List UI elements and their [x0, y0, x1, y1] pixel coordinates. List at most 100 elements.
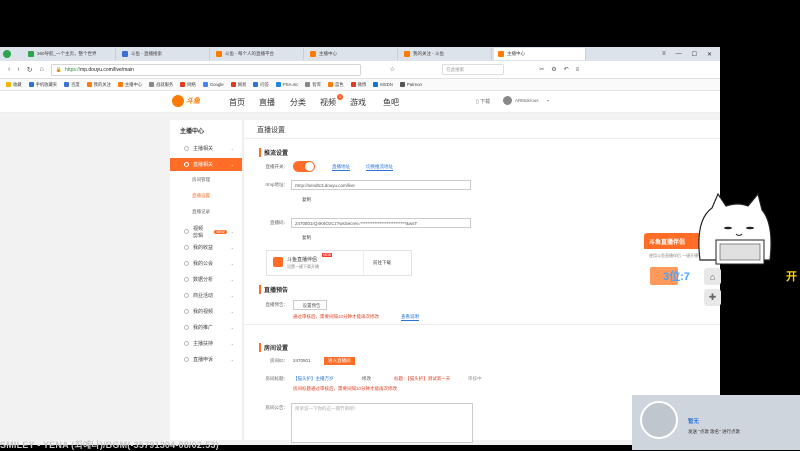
bookmark-item[interactable]: Patreon [399, 82, 422, 87]
menu-icon[interactable]: ≡ [662, 51, 666, 58]
bookmark-item[interactable]: PSA.mc [275, 82, 299, 87]
bookmark-item[interactable]: 问答 [253, 82, 269, 88]
copy-rtmp-button[interactable]: 复制 [302, 197, 311, 203]
nav-game[interactable]: 游戏 [350, 97, 366, 108]
rtmp-label: rtmp地址： [265, 182, 289, 187]
sidebar-item[interactable]: 我的视频 ⌄ [170, 305, 242, 318]
bookmark-item[interactable]: MSDN [373, 82, 393, 87]
refresh-icon[interactable]: ↻ [27, 66, 33, 74]
minimize-icon[interactable]: — [676, 51, 682, 58]
gamepad-side-icon[interactable]: ✚ [704, 289, 721, 306]
rtmp-field[interactable]: rtmp://sendtc3.douyu.com/live [291, 180, 471, 190]
sidebar-item-label: 我的视频 [193, 309, 214, 315]
bookmark-item[interactable]: 百度 [64, 82, 80, 88]
cat-sticker [698, 192, 772, 265]
bookmark-item[interactable]: 网易 [230, 82, 246, 88]
sidebar-subitem[interactable]: 房间管理 [192, 177, 210, 183]
bookmark-item[interactable]: 主播中心 [117, 82, 142, 88]
stream-code-field[interactable]: 2470501rQ4K6OzCz?wsSecret=**************… [291, 218, 471, 228]
douyu-logo[interactable]: 斗鱼 [172, 94, 208, 108]
maximize-icon[interactable]: ☐ [692, 51, 697, 58]
bookmark-item[interactable]: 手机收藏夹 [28, 82, 57, 88]
tab-favicon-icon [404, 51, 410, 57]
back-icon[interactable]: ‹ [8, 66, 10, 73]
download-link[interactable]: ▯ 下载 [476, 98, 490, 105]
home-side-icon[interactable]: ⌂ [704, 268, 721, 285]
bookmark-label: PSA.mc [282, 82, 299, 87]
notice-help-link[interactable]: 查看说明 [401, 314, 419, 321]
sidebar-item-icon [184, 162, 189, 167]
bookmark-item[interactable]: 我的关注 [86, 82, 111, 88]
sidebar-subitem[interactable]: 直播记录 [192, 209, 210, 215]
section-notice: 直播预告 [259, 285, 288, 294]
bookmark-favicon-icon [230, 82, 236, 87]
nav-live[interactable]: 直播 [259, 97, 275, 108]
user-menu-chevron-icon[interactable]: ▾ [547, 98, 549, 103]
browser-tab[interactable]: 斗鱼 - 直播搜索 [118, 48, 210, 60]
bookmark-item[interactable]: 网络 [180, 82, 196, 88]
douyu-logo-icon [172, 95, 184, 107]
nav-home[interactable]: 首页 [229, 97, 245, 108]
set-notice-button[interactable]: 设置预告 [293, 300, 327, 310]
avatar[interactable] [503, 96, 512, 105]
home-icon[interactable]: ⌂ [40, 66, 44, 73]
enter-room-button-2[interactable]: 进入直播间 [324, 357, 355, 365]
sidebar-subitem[interactable]: 直播设置 [192, 193, 210, 199]
settings-icon[interactable]: ⚙ [551, 66, 556, 73]
live-toggle[interactable] [293, 161, 315, 172]
go-download-button[interactable]: 前往下载 [373, 260, 391, 266]
nav-category[interactable]: 分类 [290, 97, 306, 108]
bookmark-label: 微博 [357, 81, 367, 87]
menu-icon[interactable]: ≡ [576, 67, 580, 73]
sidebar-item-icon [184, 341, 189, 346]
bookmark-item[interactable]: 智库 [305, 82, 321, 88]
nav-fishbar[interactable]: 鱼吧 [383, 97, 399, 108]
score-overlay: 3位:7 [663, 271, 690, 283]
bookmark-item[interactable]: 收藏 [6, 82, 22, 88]
notice-label: 直播预告： [265, 302, 289, 307]
sidebar-item[interactable]: 商业活动 ⌄ [170, 289, 242, 302]
music-widget: 暂无 发送 "点歌 歌名" 进行点歌 [632, 395, 800, 450]
browser-tab[interactable]: 我的关注 - 斗鱼 [400, 48, 492, 60]
url-field[interactable]: 🔒 https://mp.douyu.com/live/main [50, 63, 361, 76]
sidebar-item-label: 视频剪辑 [193, 225, 204, 239]
bookmark-item[interactable]: 战就服务 [149, 82, 173, 88]
switch-stream-link[interactable]: 切换推流地址 [366, 164, 393, 171]
bookmark-item[interactable]: 微博 [350, 81, 367, 88]
bookmark-label: 网络 [187, 81, 196, 87]
user-name[interactable]: ARMukrous [515, 98, 539, 103]
tab-label: 360导航_一个主页，整个世界 [37, 51, 97, 56]
url-host: mp.douyu.com/live/main [80, 66, 134, 73]
browser-tab[interactable]: 主播中心 [494, 48, 586, 60]
sidebar-item[interactable]: 视频剪辑 NEW ⌄ [170, 225, 242, 239]
undo-icon[interactable]: ↶ [564, 66, 569, 73]
sidebar-item[interactable]: 我的收益 ⌄ [170, 241, 242, 254]
close-icon[interactable]: ✕ [707, 51, 712, 58]
bookmark-favicon-icon [28, 82, 34, 87]
sidebar-item[interactable]: 主播相关 ⌄ [170, 142, 242, 155]
extension-icon[interactable]: ✂ [539, 66, 544, 73]
sidebar-item-icon [184, 146, 189, 151]
song-ticker: SMILEY - YENA (최예나)/BGM(-35791304-08/02:… [0, 440, 219, 450]
sidebar-item[interactable]: 我的推广 ⌄ [170, 321, 242, 334]
announce-textarea[interactable]: 简单说一下你的这一期节目吧！ [291, 403, 473, 443]
sidebar-item[interactable]: 主播扶持 ⌄ [170, 337, 242, 350]
bookmark-star-icon[interactable]: ☆ [390, 66, 395, 73]
browser-tab[interactable]: 主播中心 [306, 48, 398, 60]
nav-video[interactable]: 视频 [320, 97, 336, 108]
live-address-link[interactable]: 直播地址 [332, 164, 350, 171]
search-input[interactable]: 在此搜索 [442, 64, 505, 75]
browser-tab[interactable]: 斗鱼 - 每个人的直播平台 [212, 48, 304, 60]
sidebar-item[interactable]: 直播相关 ⌄ [170, 158, 242, 171]
edit-title-button[interactable]: 修改 [362, 376, 371, 382]
sidebar-item[interactable]: 我的公会 ⌄ [170, 257, 242, 270]
companion-tv-icon [273, 257, 283, 267]
bookmark-item[interactable]: 蓝色 [328, 82, 344, 88]
sidebar-item-label: 商业活动 [193, 293, 214, 299]
sidebar-item[interactable]: 直播申诉 ⌄ [170, 353, 242, 366]
sidebar-item[interactable]: 数据分析 ⌄ [170, 273, 242, 286]
bookmark-item[interactable]: Google [202, 82, 224, 87]
browser-tab[interactable]: 360导航_一个主页，整个世界 [24, 48, 116, 60]
copy-code-button[interactable]: 复制 [302, 235, 311, 241]
forward-icon[interactable]: › [17, 66, 19, 73]
